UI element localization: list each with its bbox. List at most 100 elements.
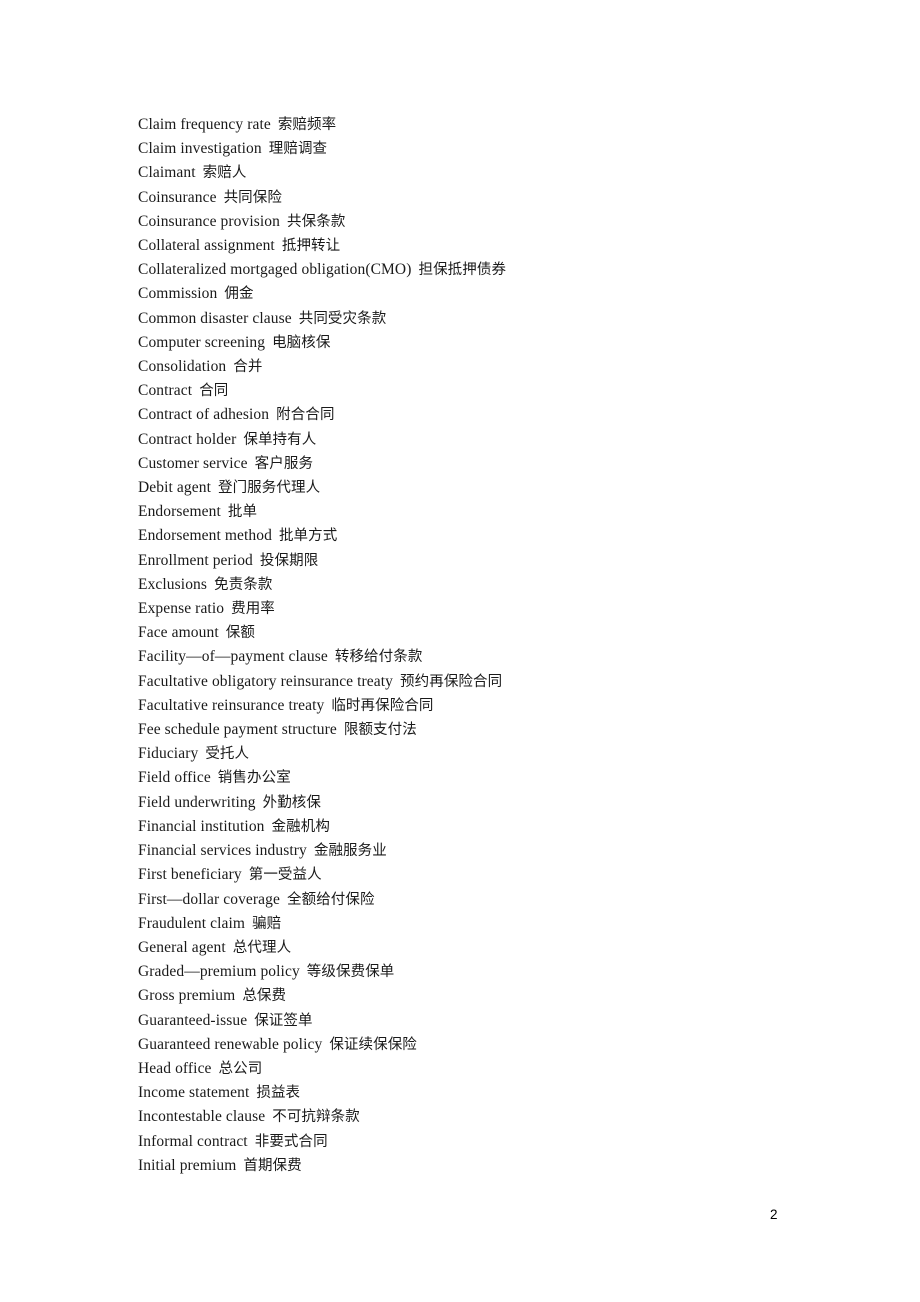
glossary-term-english: Claim investigation — [138, 140, 262, 158]
glossary-entry: Common disaster clause 共同受灾条款 — [138, 307, 838, 331]
glossary-term-chinese: 共保条款 — [287, 213, 346, 230]
glossary-entry: Endorsement 批单 — [138, 500, 838, 524]
glossary-term-english: Contract of adhesion — [138, 406, 270, 424]
glossary-term-english: First—dollar coverage — [138, 890, 280, 908]
glossary-term-chinese: 投保期限 — [259, 552, 319, 569]
glossary-term-chinese: 转移给付条款 — [334, 649, 423, 666]
glossary-entry: Field office 销售办公室 — [138, 766, 838, 790]
glossary-entry: Endorsement method 批单方式 — [138, 524, 838, 548]
glossary-term-chinese: 保证续保保险 — [329, 1036, 417, 1053]
glossary-term-chinese: 抵押转让 — [281, 238, 341, 255]
glossary-term-english: Guaranteed renewable policy — [138, 1035, 323, 1053]
glossary-term-chinese: 预约再保险合同 — [400, 673, 503, 690]
glossary-term-english: Computer screening — [138, 333, 266, 351]
glossary-term-chinese: 临时再保险合同 — [331, 697, 434, 714]
glossary-entry-list: Claim frequency rate 索赔频率 Claim investigat… — [138, 113, 838, 1178]
glossary-term-chinese: 费用率 — [231, 601, 275, 618]
glossary-term-english: Fraudulent claim — [138, 914, 246, 932]
glossary-entry: Fiduciary 受托人 — [138, 742, 838, 766]
glossary-term-chinese: 索赔人 — [202, 165, 247, 182]
glossary-term-english: Graded—premium policy — [138, 963, 300, 981]
glossary-term-english: Guaranteed-issue — [138, 1011, 248, 1029]
glossary-term-english: First beneficiary — [138, 866, 242, 884]
glossary-term-english: Endorsement — [138, 503, 221, 521]
glossary-term-english: Coinsurance provision — [138, 212, 281, 230]
glossary-entry: Guaranteed-issue 保证签单 — [138, 1009, 838, 1033]
glossary-term-chinese: 金融服务业 — [313, 843, 387, 860]
glossary-term-english: Financial services industry — [138, 842, 307, 860]
glossary-term-english: Fiduciary — [138, 745, 199, 763]
glossary-entry: Facultative reinsurance treaty 临时再保险合同 — [138, 694, 838, 718]
glossary-entry: Informal contract 非要式合同 — [138, 1130, 838, 1154]
glossary-term-english: Fee schedule payment structure — [138, 721, 337, 739]
glossary-entry: Field underwriting 外勤核保 — [138, 791, 838, 815]
glossary-term-english: Endorsement method — [138, 527, 272, 545]
glossary-entry: Fraudulent claim 骗赔 — [138, 912, 838, 936]
glossary-term-chinese: 索赔频率 — [277, 117, 337, 133]
glossary-entry: Face amount 保额 — [138, 621, 838, 645]
glossary-term-chinese: 限额支付法 — [343, 722, 417, 739]
glossary-term-english: Income statement — [138, 1084, 250, 1102]
glossary-entry: Contract 合同 — [138, 379, 838, 403]
glossary-term-english: General agent — [138, 938, 226, 956]
glossary-entry: Debit agent 登门服务代理人 — [138, 476, 838, 500]
glossary-term-english: Financial institution — [138, 817, 265, 835]
glossary-term-english: Initial premium — [138, 1156, 237, 1174]
glossary-entry: Fee schedule payment structure 限额支付法 — [138, 718, 838, 742]
glossary-term-english: Head office — [138, 1059, 212, 1077]
glossary-term-english: Claimant — [138, 164, 196, 182]
glossary-entry: Claimant 索赔人 — [138, 161, 838, 185]
glossary-entry: Head office 总公司 — [138, 1057, 838, 1081]
glossary-term-chinese: 不可抗辩条款 — [272, 1109, 360, 1126]
glossary-entry: Commission 佣金 — [138, 282, 838, 306]
glossary-term-english: Claim frequency rate — [138, 116, 271, 133]
glossary-term-english: Collateral assignment — [138, 237, 275, 255]
glossary-entry: Claim investigation 理赔调查 — [138, 137, 838, 161]
glossary-entry: Collateral assignment 抵押转让 — [138, 234, 838, 258]
glossary-entry: Income statement 损益表 — [138, 1081, 838, 1105]
glossary-entry: Facultative obligatory reinsurance treat… — [138, 670, 838, 694]
glossary-term-chinese: 总保费 — [242, 988, 287, 1005]
glossary-term-chinese: 第一受益人 — [248, 867, 322, 884]
glossary-entry: Consolidation 合并 — [138, 355, 838, 379]
glossary-term-english: Face amount — [138, 624, 219, 642]
glossary-term-english: Common disaster clause — [138, 309, 292, 327]
glossary-entry: Coinsurance 共同保险 — [138, 186, 838, 210]
glossary-term-chinese: 全额给付保险 — [287, 891, 375, 908]
glossary-entry: Exclusions 免责条款 — [138, 573, 838, 597]
glossary-term-english: Contract — [138, 382, 193, 400]
glossary-entry: Claim frequency rate 索赔频率 — [138, 113, 838, 137]
glossary-term-english: Enrollment period — [138, 551, 253, 569]
glossary-entry: Guaranteed renewable policy 保证续保保险 — [138, 1033, 838, 1057]
glossary-term-chinese: 理赔调查 — [268, 141, 328, 158]
glossary-entry: Collateralized mortgaged obligation(CMO)… — [138, 258, 838, 282]
glossary-term-english: Expense ratio — [138, 600, 225, 618]
glossary-term-chinese: 总代理人 — [232, 939, 292, 956]
glossary-term-chinese: 非要式合同 — [254, 1133, 328, 1150]
glossary-term-english: Consolidation — [138, 358, 227, 376]
glossary-term-english: Facultative reinsurance treaty — [138, 696, 325, 714]
glossary-entry: Customer service 客户服务 — [138, 452, 838, 476]
glossary-term-chinese: 保额 — [225, 625, 255, 642]
glossary-entry: General agent 总代理人 — [138, 936, 838, 960]
glossary-term-english: Facultative obligatory reinsurance treat… — [138, 672, 394, 690]
glossary-entry: First—dollar coverage 全额给付保险 — [138, 888, 838, 912]
glossary-entry: First beneficiary 第一受益人 — [138, 863, 838, 887]
glossary-term-chinese: 批单方式 — [278, 528, 338, 545]
glossary-term-chinese: 销售办公室 — [217, 770, 291, 787]
glossary-term-english: Commission — [138, 285, 218, 303]
glossary-term-chinese: 金融机构 — [271, 818, 330, 835]
glossary-term-chinese: 附合合同 — [276, 407, 335, 424]
glossary-term-english: Customer service — [138, 454, 248, 472]
glossary-term-chinese: 登门服务代理人 — [217, 480, 321, 497]
glossary-term-english: Gross premium — [138, 987, 236, 1005]
glossary-term-chinese: 客户服务 — [254, 455, 314, 472]
glossary-term-english: Incontestable clause — [138, 1108, 266, 1126]
glossary-entry: Coinsurance provision 共保条款 — [138, 210, 838, 234]
glossary-entry: Contract of adhesion 附合合同 — [138, 403, 838, 427]
glossary-term-chinese: 等级保费保单 — [306, 964, 395, 981]
glossary-term-english: Collateralized mortgaged obligation(CMO) — [138, 261, 412, 279]
glossary-term-chinese: 骗赔 — [252, 915, 282, 932]
glossary-entry: Incontestable clause 不可抗辩条款 — [138, 1105, 838, 1129]
glossary-term-chinese: 免责条款 — [214, 576, 273, 593]
